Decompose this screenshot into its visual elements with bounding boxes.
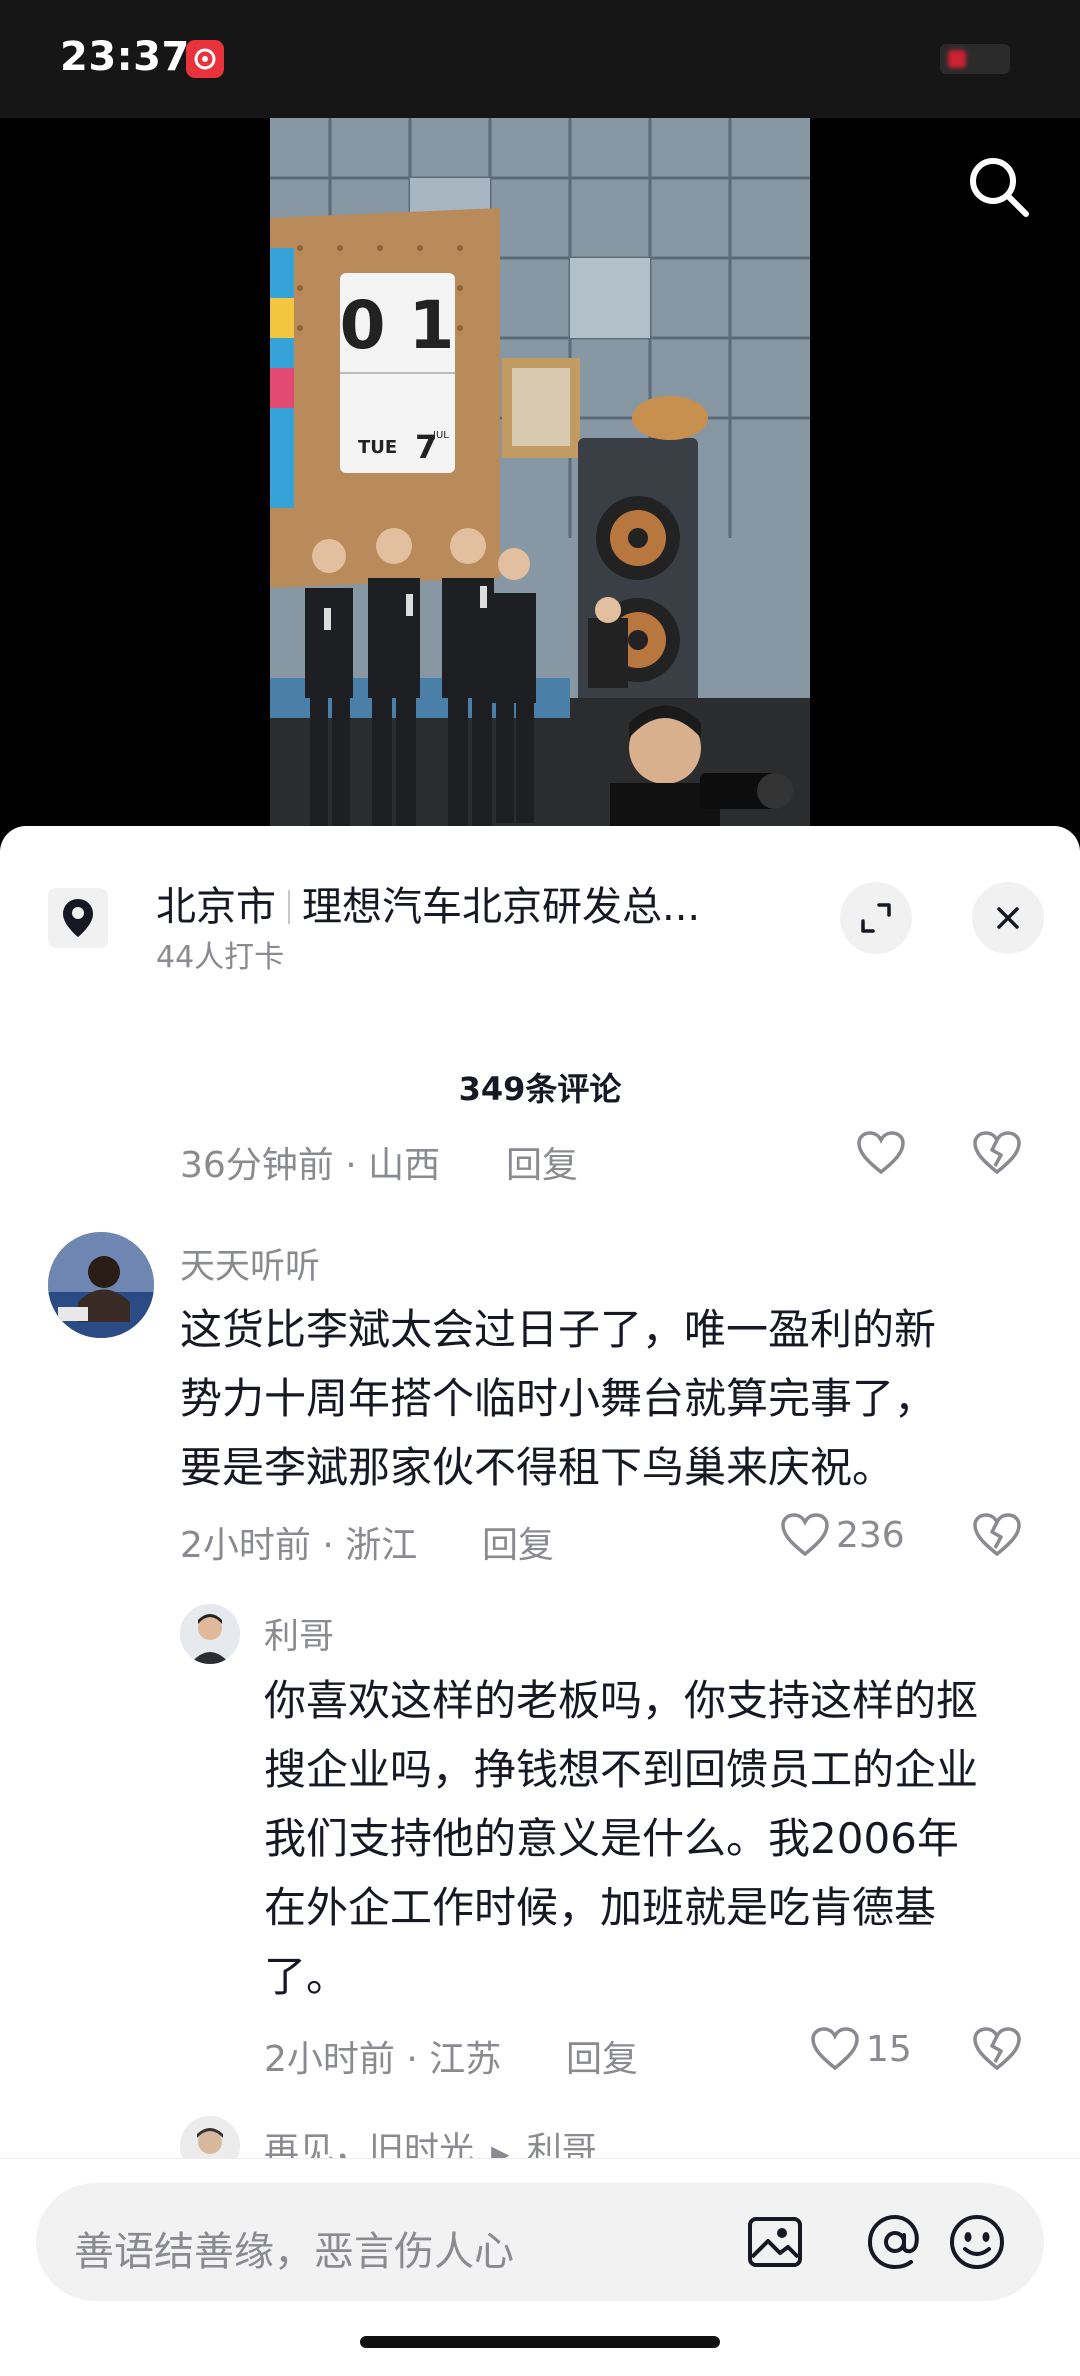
emoji-button[interactable] [944, 2209, 1010, 2275]
reply-line: 搜企业吗，挣钱想不到回馈员工的企业 [264, 1745, 979, 1794]
reply-username[interactable]: 利哥 [264, 1608, 334, 1659]
reply-button[interactable]: 回复 [566, 2030, 638, 2082]
reply-line: 你喜欢这样的老板吗，你支持这样的抠 [264, 1676, 979, 1725]
reply-button[interactable]: 回复 [506, 1136, 578, 1188]
reply-button[interactable]: 回复 [482, 1516, 554, 1568]
location-divider [288, 890, 290, 924]
video-board-number: 0 1 [340, 287, 455, 364]
comment-sheet: 北京市 理想汽车北京研发总... 44人打卡 349条评论 36分钟前 · 山西 … [0, 826, 1080, 2376]
comment-username[interactable]: 天天听听 [180, 1238, 320, 1289]
reply-line: 在外企工作时候，加班就是吃肯德基 [264, 1883, 937, 1932]
comment-count: 349条评论 [458, 1070, 622, 1108]
like-button[interactable]: 15 [810, 2026, 912, 2072]
app-notification-icon [186, 40, 224, 78]
reply-meta: 2小时前 · 江苏 [264, 2039, 502, 2080]
location-city: 北京市 [156, 884, 276, 930]
close-button[interactable] [972, 882, 1044, 954]
heart-icon [811, 2027, 859, 2071]
comment-region: 山西 [368, 1145, 441, 1186]
like-count: 236 [836, 1514, 905, 1556]
avatar[interactable] [180, 1604, 240, 1664]
comment-input-placeholder: 善语结善缘，恶言伤人心 [74, 2229, 514, 2275]
image-icon [748, 2217, 802, 2267]
comment-line: 要是李斌那家伙不得租下鸟巢来庆祝。 [180, 1443, 895, 1492]
search-icon [970, 158, 1029, 217]
dislike-button[interactable] [972, 1512, 1022, 1562]
reply-line: 了。 [264, 1952, 349, 2001]
status-bar: 23:37 [0, 0, 1080, 118]
comment-line: 这货比李斌太会过日子了，唯一盈利的新 [180, 1305, 937, 1354]
broken-heart-icon [973, 1131, 1021, 1175]
dislike-button[interactable] [972, 2026, 1022, 2076]
comment-region: 浙江 [345, 1525, 418, 1566]
video-scene-illustration: 0 1 TUE 7 JUL [270, 118, 810, 838]
status-time: 23:37 [60, 34, 190, 80]
broken-heart-icon [973, 2027, 1021, 2071]
video-board-day: TUE [358, 437, 397, 458]
home-indicator[interactable] [360, 2336, 720, 2348]
search-button[interactable] [962, 150, 1034, 222]
location-place: 理想汽车北京研发总... [302, 884, 701, 930]
video-frame[interactable]: 0 1 TUE 7 JUL [270, 118, 810, 838]
comment-input[interactable]: 善语结善缘，恶言伤人心 [36, 2183, 1044, 2301]
like-button[interactable] [856, 1130, 906, 1176]
status-indicators [940, 44, 1010, 74]
reply-text: 你喜欢这样的老板吗，你支持这样的抠 搜企业吗，挣钱想不到回馈员工的企业 我们支持… [264, 1666, 1044, 2011]
location-pin-icon[interactable] [48, 888, 108, 948]
expand-icon [861, 903, 891, 933]
close-icon [997, 907, 1019, 929]
broken-heart-icon [973, 1513, 1021, 1557]
comment-meta: 36分钟前 · 山西 [180, 1145, 441, 1186]
dislike-button[interactable] [972, 1130, 1022, 1180]
comment-text: 这货比李斌太会过日子了，唯一盈利的新 势力十周年搭个临时小舞台就算完事了， 要是… [180, 1295, 1040, 1502]
comment-meta: 2小时前 · 浙江 [180, 1525, 418, 1566]
reply-time: 2小时前 [264, 2039, 395, 2080]
at-sign-icon [867, 2214, 919, 2270]
mention-button[interactable] [862, 2209, 928, 2275]
emoji-icon [950, 2215, 1004, 2269]
image-button[interactable] [742, 2209, 808, 2275]
video-player[interactable]: 0 1 TUE 7 JUL [0, 118, 1080, 838]
location-checkins: 44人打卡 [156, 940, 285, 975]
comment-time: 2小时前 [180, 1525, 311, 1566]
heart-icon [781, 1513, 829, 1557]
video-board-month: JUL [432, 430, 449, 441]
location-title[interactable]: 北京市 理想汽车北京研发总... [156, 874, 700, 932]
heart-icon [857, 1131, 905, 1175]
reply-line: 我们支持他的意义是什么。我2006年 [264, 1814, 959, 1863]
comment-line: 势力十周年搭个临时小舞台就算完事了， [180, 1374, 937, 1423]
expand-button[interactable] [840, 882, 912, 954]
avatar[interactable] [48, 1232, 154, 1338]
reply-region: 江苏 [429, 2039, 502, 2080]
like-button[interactable]: 236 [780, 1512, 905, 1558]
comment-time: 36分钟前 [180, 1145, 334, 1186]
like-count: 15 [866, 2028, 912, 2070]
